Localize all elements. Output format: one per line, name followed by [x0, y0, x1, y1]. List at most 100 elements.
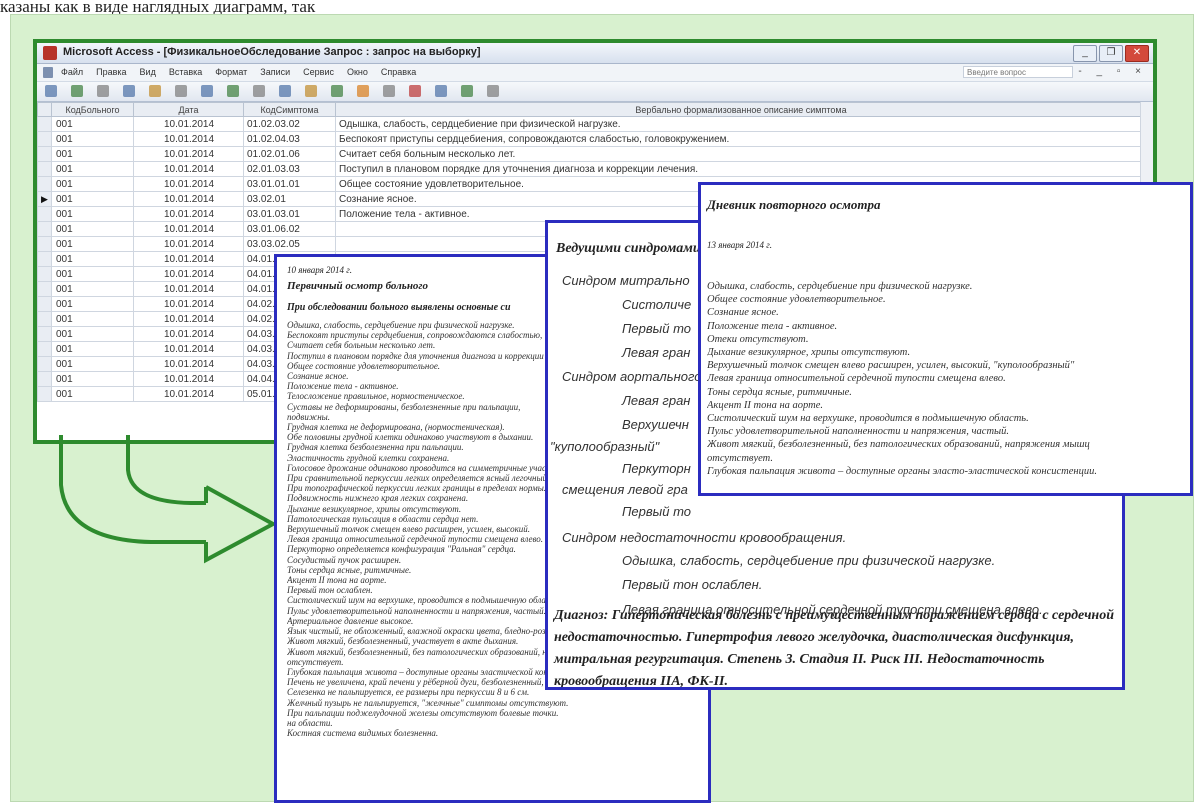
table-cell[interactable]: 10.01.2014	[133, 311, 244, 327]
table-cell[interactable]: 02.01.03.03	[243, 161, 336, 177]
toolbar-button[interactable]	[383, 85, 395, 97]
table-cell[interactable]: 10.01.2014	[133, 236, 244, 252]
table-cell[interactable]: 10.01.2014	[133, 206, 244, 222]
table-cell[interactable]: Поступил в плановом порядке для уточнени…	[335, 161, 1147, 177]
row-selector[interactable]	[37, 251, 52, 267]
row-selector[interactable]	[37, 206, 52, 222]
toolbar-button[interactable]	[97, 85, 109, 97]
column-header[interactable]: КодБольного	[51, 102, 134, 117]
row-selector[interactable]	[37, 326, 52, 342]
table-cell[interactable]: 001	[51, 311, 134, 327]
row-selector[interactable]	[37, 296, 52, 312]
toolbar-button[interactable]	[331, 85, 343, 97]
column-header[interactable]: Вербально формализованное описание симпт…	[335, 102, 1147, 117]
row-selector[interactable]: ▶	[37, 191, 52, 207]
toolbar-button[interactable]	[435, 85, 447, 97]
column-header[interactable]: КодСимптома	[243, 102, 336, 117]
row-selector[interactable]	[37, 311, 52, 327]
table-cell[interactable]: 001	[51, 356, 134, 372]
row-selector[interactable]	[37, 176, 52, 192]
table-cell[interactable]: 001	[51, 296, 134, 312]
table-cell[interactable]: 001	[51, 116, 134, 132]
toolbar-button[interactable]	[461, 85, 473, 97]
row-selector[interactable]	[37, 266, 52, 282]
toolbar-button[interactable]	[409, 85, 421, 97]
table-cell[interactable]: 10.01.2014	[133, 296, 244, 312]
toolbar-button[interactable]	[253, 85, 265, 97]
table-cell[interactable]: 001	[51, 386, 134, 402]
mdi-controls[interactable]: - _ ▫ ×	[1078, 66, 1147, 77]
table-cell[interactable]: 03.02.01	[243, 191, 336, 207]
table-cell[interactable]: 10.01.2014	[133, 326, 244, 342]
minimize-button[interactable]: _	[1073, 45, 1097, 62]
table-cell[interactable]: 001	[51, 176, 134, 192]
table-cell[interactable]: 001	[51, 191, 134, 207]
table-cell[interactable]: 001	[51, 161, 134, 177]
table-cell[interactable]: 03.01.06.02	[243, 221, 336, 237]
help-search-input[interactable]: Введите вопрос	[963, 66, 1073, 78]
table-cell[interactable]: Беспокоят приступы сердцебиения, сопрово…	[335, 131, 1147, 147]
menu-item[interactable]: Записи	[260, 67, 290, 77]
table-cell[interactable]: 10.01.2014	[133, 161, 244, 177]
toolbar-button[interactable]	[175, 85, 187, 97]
menu-item[interactable]: Сервис	[303, 67, 334, 77]
menu-item[interactable]: Файл	[61, 67, 83, 77]
table-row[interactable]: 001 10.01.2014 01.02.04.03 Беспокоят присту…	[37, 131, 1147, 147]
toolbar-button[interactable]	[149, 85, 161, 97]
table-cell[interactable]: 03.03.02.05	[243, 236, 336, 252]
restore-button[interactable]: ❐	[1099, 45, 1123, 62]
row-selector[interactable]	[37, 221, 52, 237]
menu-item[interactable]: Правка	[96, 67, 126, 77]
table-cell[interactable]: 001	[51, 251, 134, 267]
row-selector[interactable]	[37, 116, 52, 132]
table-cell[interactable]: 10.01.2014	[133, 266, 244, 282]
toolbar-button[interactable]	[71, 85, 83, 97]
table-cell[interactable]: 001	[51, 266, 134, 282]
table-cell[interactable]: 10.01.2014	[133, 356, 244, 372]
table-cell[interactable]: 001	[51, 236, 134, 252]
menu-item[interactable]: Вставка	[169, 67, 202, 77]
toolbar-button[interactable]	[279, 85, 291, 97]
toolbar-button[interactable]	[201, 85, 213, 97]
toolbar-button[interactable]	[45, 85, 57, 97]
table-cell[interactable]: 001	[51, 341, 134, 357]
table-cell[interactable]: 10.01.2014	[133, 371, 244, 387]
table-cell[interactable]: 001	[51, 221, 134, 237]
table-cell[interactable]: 10.01.2014	[133, 176, 244, 192]
row-selector[interactable]	[37, 341, 52, 357]
table-cell[interactable]: 01.02.03.02	[243, 116, 336, 132]
table-cell[interactable]: 10.01.2014	[133, 191, 244, 207]
row-selector[interactable]	[37, 131, 52, 147]
row-selector[interactable]	[37, 281, 52, 297]
table-cell[interactable]: 10.01.2014	[133, 116, 244, 132]
row-selector[interactable]	[37, 146, 52, 162]
table-cell[interactable]: Одышка, слабость, сердцебиение при физич…	[335, 116, 1147, 132]
close-button[interactable]: ✕	[1125, 45, 1149, 62]
table-row[interactable]: 001 10.01.2014 02.01.03.03 Поступил в плано…	[37, 161, 1147, 177]
table-cell[interactable]: 10.01.2014	[133, 251, 244, 267]
table-cell[interactable]: 10.01.2014	[133, 146, 244, 162]
table-cell[interactable]: 10.01.2014	[133, 221, 244, 237]
table-cell[interactable]: 001	[51, 281, 134, 297]
toolbar-button[interactable]	[487, 85, 499, 97]
toolbar-button[interactable]	[227, 85, 239, 97]
table-cell[interactable]: 01.02.01.06	[243, 146, 336, 162]
row-selector[interactable]	[37, 161, 52, 177]
table-cell[interactable]: 03.01.03.01	[243, 206, 336, 222]
table-cell[interactable]: 10.01.2014	[133, 281, 244, 297]
table-cell[interactable]: 001	[51, 371, 134, 387]
table-cell[interactable]: 03.01.01.01	[243, 176, 336, 192]
row-selector[interactable]	[37, 356, 52, 372]
table-cell[interactable]: 001	[51, 131, 134, 147]
toolbar-button[interactable]	[305, 85, 317, 97]
table-cell[interactable]: 10.01.2014	[133, 131, 244, 147]
row-selector[interactable]	[37, 371, 52, 387]
menu-item[interactable]: Формат	[215, 67, 247, 77]
row-selector[interactable]	[37, 386, 52, 402]
menu-item[interactable]: Окно	[347, 67, 368, 77]
row-selector[interactable]	[37, 236, 52, 252]
column-header[interactable]: Дата	[133, 102, 244, 117]
menu-item[interactable]: Вид	[140, 67, 156, 77]
table-cell[interactable]: 10.01.2014	[133, 386, 244, 402]
toolbar-button[interactable]	[123, 85, 135, 97]
